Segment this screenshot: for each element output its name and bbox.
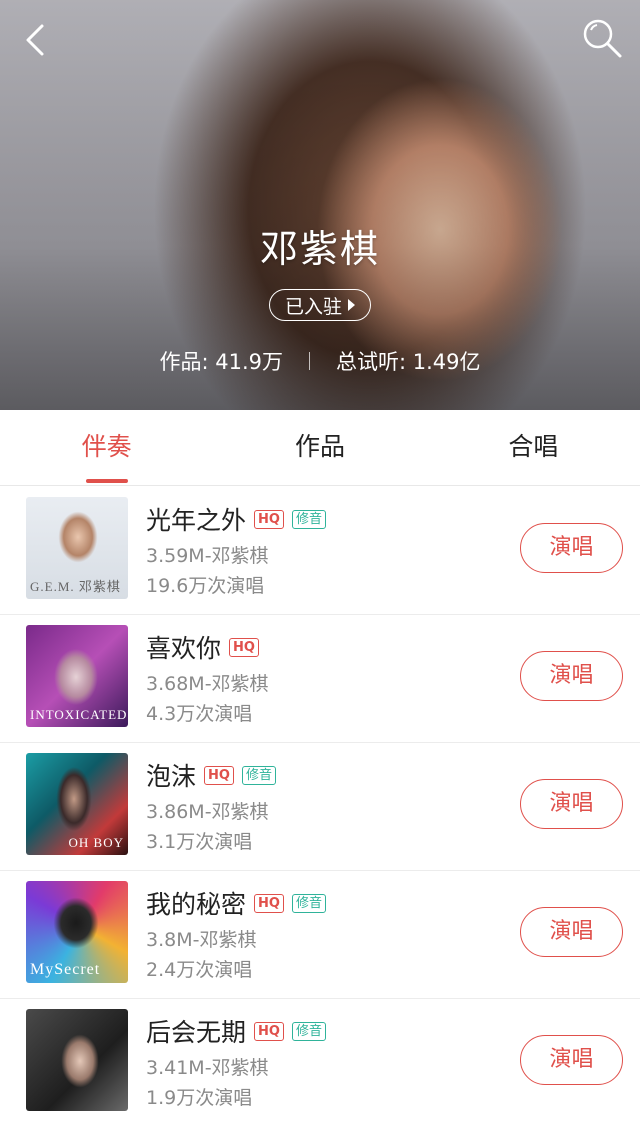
active-tab-indicator (86, 479, 128, 483)
album-cover: OH BOY (26, 753, 128, 855)
song-plays: 4.3万次演唱 (146, 703, 253, 725)
song-title-line: 后会无期 HQ 修音 (146, 1013, 326, 1049)
song-title: 后会无期 (146, 1018, 247, 1047)
sing-button[interactable]: 演唱 (520, 779, 623, 829)
hq-badge: HQ (254, 509, 284, 529)
song-title-line: 我的秘密 HQ 修音 (146, 885, 326, 921)
song-row[interactable]: MySecret 我的秘密 HQ 修音 3.8M-邓紫棋 2.4万次演唱 演唱 (0, 871, 640, 999)
hq-badge: HQ (254, 893, 284, 913)
album-cover: INTOXICATED (26, 625, 128, 727)
repair-badge: 修音 (291, 893, 326, 913)
chevron-left-icon (26, 24, 44, 56)
song-title-line: 泡沫 HQ 修音 (146, 757, 276, 793)
back-button[interactable] (18, 20, 58, 60)
tab-label: 作品 (294, 432, 345, 461)
song-size-artist: 3.59M-邓紫棋 (146, 545, 269, 567)
song-plays: 3.1万次演唱 (146, 831, 253, 853)
song-size-artist: 3.41M-邓紫棋 (146, 1057, 269, 1079)
song-plays: 1.9万次演唱 (146, 1087, 253, 1109)
song-size-artist: 3.8M-邓紫棋 (146, 929, 257, 951)
album-cover (26, 1009, 128, 1111)
song-title: 喜欢你 (146, 634, 222, 663)
song-row[interactable]: 后会无期 HQ 修音 3.41M-邓紫棋 1.9万次演唱 演唱 (0, 999, 640, 1127)
cover-text: INTOXICATED (30, 707, 128, 722)
tab-works[interactable]: 作品 (213, 410, 426, 485)
repair-badge: 修音 (291, 509, 326, 529)
stats-divider (309, 352, 310, 370)
song-plays: 2.4万次演唱 (146, 959, 253, 981)
song-list: G.E.M. 邓紫棋 光年之外 HQ 修音 3.59M-邓紫棋 19.6万次演唱… (0, 487, 640, 1127)
song-size-artist: 3.68M-邓紫棋 (146, 673, 269, 695)
cover-text: G.E.M. 邓紫棋 (30, 579, 121, 594)
song-title: 泡沫 (146, 762, 197, 791)
tab-bar: 伴奏 作品 合唱 (0, 410, 640, 486)
repair-badge: 修音 (291, 1021, 326, 1041)
sing-button[interactable]: 演唱 (520, 907, 623, 957)
tab-chorus[interactable]: 合唱 (427, 410, 640, 485)
song-title: 光年之外 (146, 506, 247, 535)
sing-button[interactable]: 演唱 (520, 523, 623, 573)
tab-accompaniment[interactable]: 伴奏 (0, 410, 213, 485)
hq-badge: HQ (254, 1021, 284, 1041)
song-size-artist: 3.86M-邓紫棋 (146, 801, 269, 823)
song-title: 我的秘密 (146, 890, 247, 919)
hq-badge: HQ (229, 637, 259, 657)
song-title-line: 光年之外 HQ 修音 (146, 501, 326, 537)
song-plays: 19.6万次演唱 (146, 575, 265, 597)
tab-label: 合唱 (508, 432, 559, 461)
artist-hero: 邓紫棋 已入驻 作品: 41.9万 总试听: 1.49亿 (0, 0, 640, 410)
cover-text: MySecret (30, 961, 101, 978)
artist-stats: 作品: 41.9万 总试听: 1.49亿 (0, 346, 640, 376)
search-button[interactable] (580, 16, 626, 62)
verified-label: 已入驻 (284, 295, 342, 318)
cover-text: OH BOY (68, 835, 124, 850)
tab-label: 伴奏 (81, 432, 132, 461)
sing-button[interactable]: 演唱 (520, 651, 623, 701)
hq-badge: HQ (204, 765, 234, 785)
play-arrow-icon (348, 299, 355, 311)
artist-name: 邓紫棋 (259, 227, 380, 271)
works-stat: 作品: 41.9万 (159, 350, 283, 374)
album-cover: MySecret (26, 881, 128, 983)
listen-stat: 总试听: 1.49亿 (336, 350, 481, 374)
song-title-line: 喜欢你 HQ (146, 629, 259, 665)
verified-button[interactable]: 已入驻 (269, 289, 371, 321)
song-row[interactable]: G.E.M. 邓紫棋 光年之外 HQ 修音 3.59M-邓紫棋 19.6万次演唱… (0, 487, 640, 615)
search-icon (583, 19, 622, 58)
sing-button[interactable]: 演唱 (520, 1035, 623, 1085)
song-row[interactable]: INTOXICATED 喜欢你 HQ 3.68M-邓紫棋 4.3万次演唱 演唱 (0, 615, 640, 743)
song-row[interactable]: OH BOY 泡沫 HQ 修音 3.86M-邓紫棋 3.1万次演唱 演唱 (0, 743, 640, 871)
repair-badge: 修音 (241, 765, 276, 785)
album-cover: G.E.M. 邓紫棋 (26, 497, 128, 599)
